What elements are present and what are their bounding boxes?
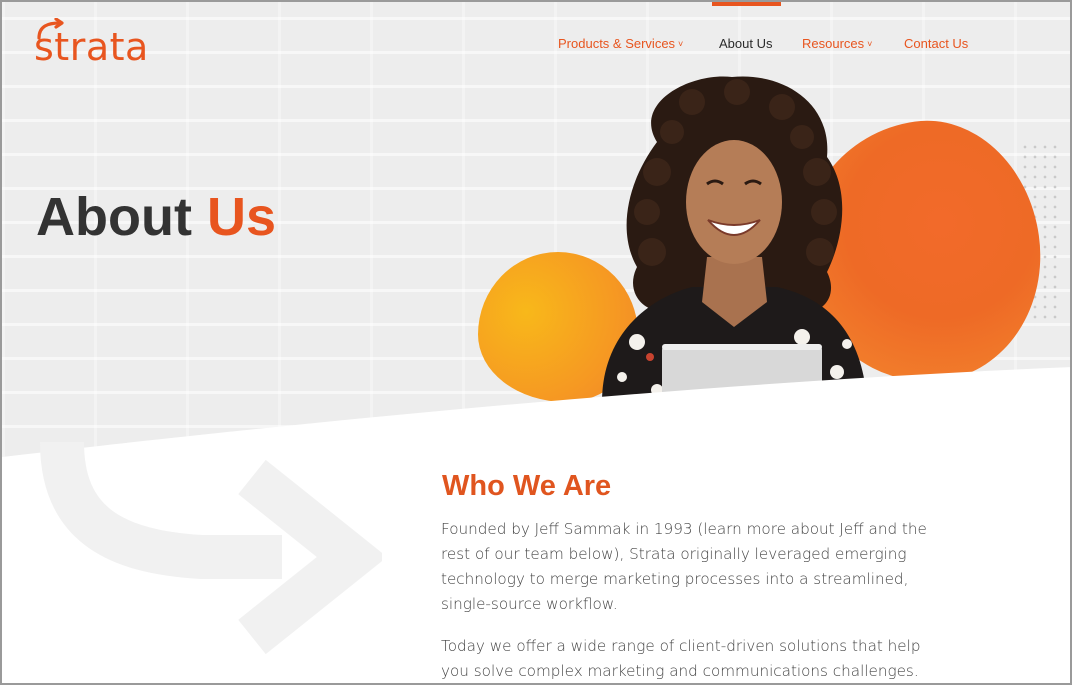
nav-item-resources[interactable]: Resources ˅ (802, 36, 872, 52)
nav-item-about-us[interactable]: About Us (719, 36, 772, 52)
chevron-down-icon: ˅ (867, 39, 873, 49)
nav-active-indicator (712, 2, 781, 6)
paragraph-line: single-source workflow. (441, 595, 618, 613)
chevron-down-icon: ˅ (678, 39, 684, 49)
paragraph-line: Founded by Jeff Sammak in 1993 (learn mo… (441, 520, 927, 538)
page-title: About Us (36, 184, 276, 250)
curved-arrow-icon (40, 441, 382, 655)
nav-item-label: Resources (802, 36, 865, 51)
logo-text: strata (34, 25, 149, 69)
nav-item-label: Products & Services (558, 36, 676, 51)
page-frame: strata Products & Services ˅ About Us Res… (0, 0, 1072, 685)
page-title-part2: Us (206, 187, 276, 247)
paragraph-line: technology to merge marketing processes … (441, 570, 909, 588)
strata-logo[interactable]: strata (34, 18, 174, 74)
section-heading: Who We Are (442, 470, 612, 502)
paragraph-line: Today we offer a wide range of client-dr… (441, 637, 921, 655)
nav-item-label: Contact Us (904, 36, 969, 51)
nav-item-products-services[interactable]: Products & Services ˅ (558, 36, 683, 52)
nav-item-label: About Us (719, 36, 773, 51)
paragraph-line: rest of our team below), Strata original… (441, 545, 907, 563)
page-title-part1: About (36, 187, 192, 247)
hero-person-photo (602, 76, 867, 402)
paragraph-line: you solve complex marketing and communic… (441, 662, 919, 680)
solutions-paragraph: Today we offer a wide range of client-dr… (441, 634, 931, 683)
intro-paragraph: Founded by Jeff Sammak in 1993 (learn mo… (441, 517, 931, 617)
nav-item-contact-us[interactable]: Contact Us (904, 36, 968, 52)
